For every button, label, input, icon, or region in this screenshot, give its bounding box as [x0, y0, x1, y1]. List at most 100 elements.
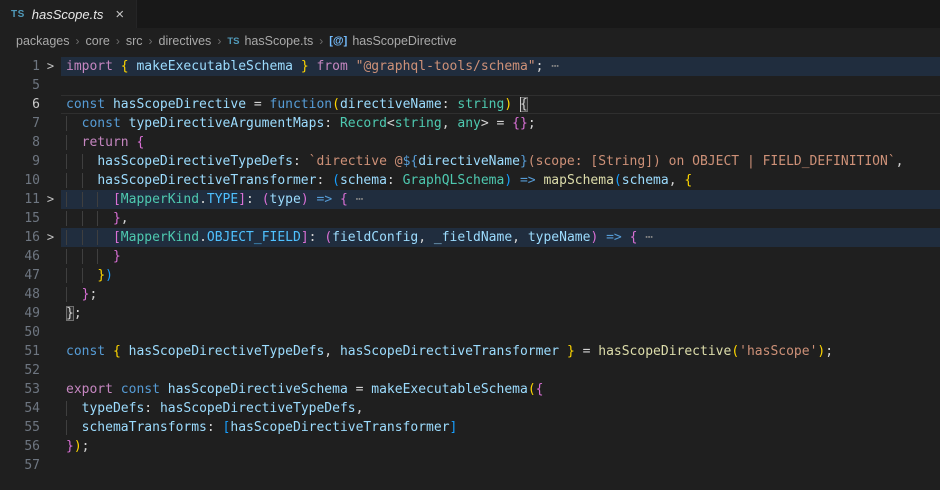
- token: ⋯: [356, 192, 364, 207]
- token: [293, 59, 301, 74]
- code-line-8[interactable]: 8 return {: [0, 133, 940, 152]
- token: [348, 192, 356, 207]
- breadcrumb-item-core[interactable]: core: [86, 34, 110, 48]
- token: hasScopeDirectiveSchema: [168, 382, 348, 397]
- code-text[interactable]: });: [61, 437, 940, 456]
- code-text[interactable]: typeDefs: hasScopeDirectiveTypeDefs,: [61, 399, 940, 418]
- token: ,: [442, 116, 458, 131]
- code-text[interactable]: export const hasScopeDirectiveSchema = m…: [61, 380, 940, 399]
- code-line-55[interactable]: 55 schemaTransforms: [hasScopeDirectiveT…: [0, 418, 940, 437]
- code-line-10[interactable]: 10 hasScopeDirectiveTransformer: (schema…: [0, 171, 940, 190]
- code-text[interactable]: const hasScopeDirective = function(direc…: [61, 95, 940, 114]
- code-text[interactable]: [61, 323, 940, 342]
- code-line-53[interactable]: 53export const hasScopeDirectiveSchema =…: [0, 380, 940, 399]
- token: ,: [418, 230, 434, 245]
- code-line-47[interactable]: 47 }): [0, 266, 940, 285]
- indent-guide: [66, 173, 82, 188]
- token: string: [457, 97, 504, 112]
- token: (: [731, 344, 739, 359]
- indent-guide: [97, 249, 113, 264]
- token: const: [121, 382, 160, 397]
- code-line-7[interactable]: 7 const typeDirectiveArgumentMaps: Recor…: [0, 114, 940, 133]
- token: (: [528, 382, 536, 397]
- token: typeName: [528, 230, 591, 245]
- code-text[interactable]: schemaTransforms: [hasScopeDirectiveTran…: [61, 418, 940, 437]
- token: =>: [520, 173, 536, 188]
- indent-guide: [66, 420, 82, 435]
- code-line-54[interactable]: 54 typeDefs: hasScopeDirectiveTypeDefs,: [0, 399, 940, 418]
- token: {: [340, 192, 348, 207]
- chevron-right-icon[interactable]: >: [40, 190, 61, 209]
- code-text[interactable]: },: [61, 209, 940, 228]
- breadcrumb-item-src[interactable]: src: [126, 34, 143, 48]
- code-text[interactable]: return {: [61, 133, 940, 152]
- chevron-right-icon[interactable]: >: [40, 57, 61, 76]
- code-text[interactable]: [61, 76, 940, 95]
- code-text[interactable]: import { makeExecutableSchema } from "@g…: [61, 57, 940, 76]
- code-text[interactable]: };: [61, 285, 940, 304]
- code-line-15[interactable]: 15 },: [0, 209, 940, 228]
- code-text[interactable]: [61, 361, 940, 380]
- tab-hasscope-ts[interactable]: TS hasScope.ts ×: [0, 0, 137, 28]
- token: [622, 230, 630, 245]
- token: :: [387, 173, 403, 188]
- fold-gutter: [40, 418, 61, 437]
- breadcrumb-item-symbol[interactable]: hasScopeDirective: [352, 34, 456, 48]
- fold-gutter: [40, 247, 61, 266]
- token: [113, 59, 121, 74]
- indent-guide: [97, 211, 113, 226]
- token: {}: [512, 116, 528, 131]
- code-line-48[interactable]: 48 };: [0, 285, 940, 304]
- line-number: 56: [0, 437, 40, 456]
- indent-guide: [66, 287, 82, 302]
- code-text[interactable]: const typeDirectiveArgumentMaps: Record<…: [61, 114, 940, 133]
- code-text[interactable]: [MapperKind.OBJECT_FIELD]: (fieldConfig,…: [61, 228, 940, 247]
- chevron-right-icon[interactable]: >: [40, 228, 61, 247]
- code-line-5[interactable]: 5: [0, 76, 940, 95]
- code-editor[interactable]: 1>import { makeExecutableSchema } from "…: [0, 54, 940, 475]
- token: hasScopeDirectiveTransformer: [230, 420, 449, 435]
- code-line-16[interactable]: 16> [MapperKind.OBJECT_FIELD]: (fieldCon…: [0, 228, 940, 247]
- fold-gutter: [40, 380, 61, 399]
- token: ]: [301, 230, 309, 245]
- fold-gutter: [40, 399, 61, 418]
- breadcrumb-item-directives[interactable]: directives: [159, 34, 212, 48]
- token: string: [395, 116, 442, 131]
- code-line-50[interactable]: 50: [0, 323, 940, 342]
- code-line-57[interactable]: 57: [0, 456, 940, 475]
- breadcrumb-item-packages[interactable]: packages: [16, 34, 70, 48]
- indent-guide: [66, 401, 82, 416]
- fold-gutter: [40, 171, 61, 190]
- code-text[interactable]: hasScopeDirectiveTransformer: (schema: G…: [61, 171, 940, 190]
- indent-guide: [66, 211, 82, 226]
- token: }: [66, 306, 74, 321]
- code-text[interactable]: }): [61, 266, 940, 285]
- token: ;: [536, 59, 552, 74]
- code-line-11[interactable]: 11> [MapperKind.TYPE]: (type) => { ⋯: [0, 190, 940, 209]
- code-text[interactable]: [61, 456, 940, 475]
- fold-gutter: [40, 133, 61, 152]
- token: }: [567, 344, 575, 359]
- code-line-56[interactable]: 56});: [0, 437, 940, 456]
- token: :: [246, 192, 262, 207]
- code-text[interactable]: const { hasScopeDirectiveTypeDefs, hasSc…: [61, 342, 940, 361]
- line-number: 47: [0, 266, 40, 285]
- token: ): [504, 173, 512, 188]
- token: ;: [89, 287, 97, 302]
- code-line-9[interactable]: 9 hasScopeDirectiveTypeDefs: `directive …: [0, 152, 940, 171]
- code-text[interactable]: hasScopeDirectiveTypeDefs: `directive @$…: [61, 152, 940, 171]
- code-line-52[interactable]: 52: [0, 361, 940, 380]
- code-line-51[interactable]: 51const { hasScopeDirectiveTypeDefs, has…: [0, 342, 940, 361]
- code-line-6[interactable]: 6const hasScopeDirective = function(dire…: [0, 95, 940, 114]
- code-text[interactable]: }: [61, 247, 940, 266]
- code-line-49[interactable]: 49};: [0, 304, 940, 323]
- token: {: [136, 135, 144, 150]
- code-text[interactable]: [MapperKind.TYPE]: (type) => { ⋯: [61, 190, 940, 209]
- code-line-1[interactable]: 1>import { makeExecutableSchema } from "…: [0, 57, 940, 76]
- close-icon[interactable]: ×: [113, 7, 126, 22]
- code-line-46[interactable]: 46 }: [0, 247, 940, 266]
- breadcrumb-item-file[interactable]: hasScope.ts: [244, 34, 313, 48]
- code-text[interactable]: };: [61, 304, 940, 323]
- token: (: [324, 230, 332, 245]
- token: (scope: [String]) on OBJECT | FIELD_DEFI…: [528, 154, 896, 169]
